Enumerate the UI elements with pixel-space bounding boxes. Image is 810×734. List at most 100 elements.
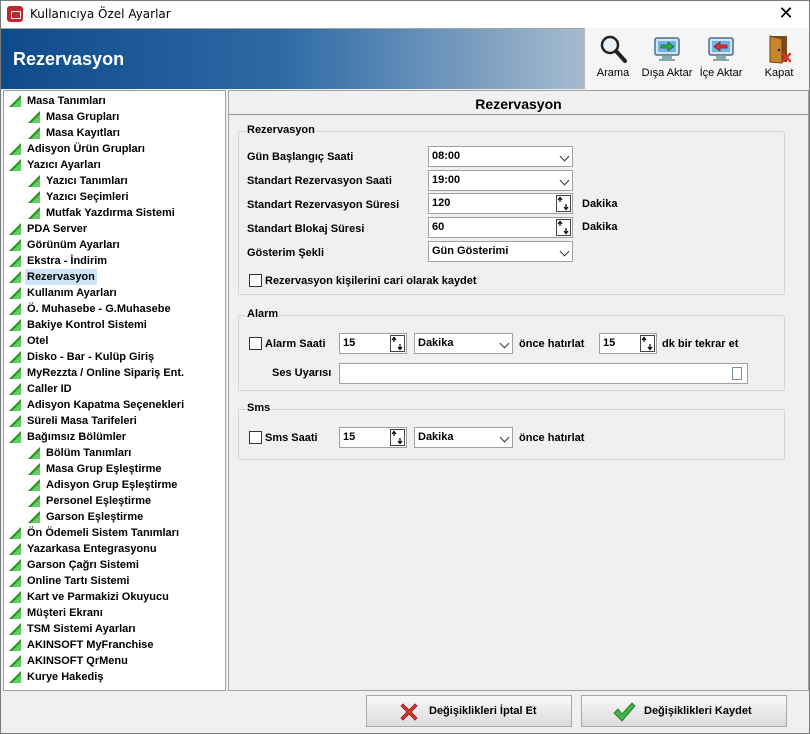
alarm-value: 15 [343,337,356,349]
settings-tree: Masa Tanımları Masa Grupları Masa Kayıtlar… [3,90,226,691]
tree-item-label: MyRezzta / Online Sipariş Ent. [27,367,185,379]
green-check-icon [612,700,636,724]
magnifier-icon [598,34,628,64]
tree-node-icon [9,223,21,235]
export-button[interactable]: Dışa Aktar [641,32,693,86]
tree-item-label: PDA Server [27,223,88,235]
tree-node-icon [9,559,21,571]
banner-title: Rezervasyon [13,49,125,69]
chevron-down-icon [499,338,510,349]
tree-node-icon [9,367,21,379]
chevron-down-icon [499,432,510,443]
display-select[interactable]: Gün Gösterimi [428,241,573,262]
tree-item-label: Masa Tanımları [27,95,106,107]
tree-item-label: Masa Grupları [46,111,120,123]
alarm-unit-value: Dakika [418,337,454,349]
tree-node-icon [9,335,21,347]
spin-arrows-icon[interactable] [390,335,405,352]
tree-node-icon [28,511,40,523]
alarm-unit-select[interactable]: Dakika [414,333,513,354]
close-window-button[interactable]: ✕ [763,1,809,28]
tree-node-icon [9,575,21,587]
block-label: Standart Blokaj Süresi [247,223,365,235]
tree-node-icon [9,591,21,603]
import-button-label: İçe Aktar [699,67,743,79]
tree-node-icon [9,239,21,251]
tree-item-label: Bağımsız Bölümler [27,431,127,443]
rezervasyon-group-title: Rezervasyon [246,124,316,136]
save-changes-button[interactable]: Değişiklikleri Kaydet [581,695,787,727]
sms-checkbox[interactable] [249,431,262,444]
window-title: Kullanıcıya Özel Ayarlar [30,7,171,21]
export-button-label: Dışa Aktar [641,67,693,79]
tree-item-label: Görünüm Ayarları [27,239,120,251]
cancel-changes-button[interactable]: Değişiklikleri İptal Et [366,695,572,727]
import-icon [706,34,736,64]
sms-spinner[interactable]: 15 [339,427,407,448]
sms-before-text: önce hatırlat [519,432,585,444]
tree-item-label: Personel Eşleştirme [46,495,152,507]
spin-arrows-icon[interactable] [640,335,655,352]
file-browse-icon[interactable] [732,367,742,380]
spin-arrows-icon[interactable] [556,195,571,212]
close-button[interactable]: Kapat [753,32,805,86]
sms-unit-value: Dakika [418,431,454,443]
tree-item-label: Kart ve Parmakizi Okuyucu [27,591,169,603]
sms-unit-select[interactable]: Dakika [414,427,513,448]
sms-value: 15 [343,431,356,443]
duration-unit: Dakika [582,198,618,210]
tree-node-icon [9,319,21,331]
tree-node-icon [28,191,40,203]
tree-node-icon [28,479,40,491]
tree-node-icon [28,111,40,123]
save-as-current-checkbox[interactable] [249,274,262,287]
tree-node-icon [9,287,21,299]
tree-item-label: Ön Ödemeli Sistem Tanımları [27,527,180,539]
tree-node-icon [28,463,40,475]
tree-item-label: Süreli Masa Tarifeleri [27,415,137,427]
import-button[interactable]: İçe Aktar [695,32,747,86]
close-button-label: Kapat [764,67,794,79]
tree-node-icon [9,431,21,443]
spin-arrows-icon[interactable] [390,429,405,446]
chevron-down-icon [559,175,570,186]
tree-node-icon [9,95,21,107]
start-time-value: 08:00 [432,150,461,162]
tree-node-icon [9,527,21,539]
panel-title: Rezervasyon [229,91,808,115]
tree-node-icon [9,303,21,315]
alarm-spinner[interactable]: 15 [339,333,407,354]
tree-item-label: Garson Eşleştirme [46,511,144,523]
red-x-icon [397,700,421,724]
tree-node-icon [9,383,21,395]
settings-panel: Rezervasyon Rezervasyon Gün Başlangıç Sa… [228,90,809,691]
tree-item-label: TSM Sistemi Ayarları [27,623,136,635]
save-changes-label: Değişiklikleri Kaydet [644,705,752,717]
sound-file-input[interactable] [339,363,748,384]
repeat-spinner[interactable]: 15 [599,333,657,354]
std-time-select[interactable]: 19:00 [428,170,573,191]
tree-item-label: Kullanım Ayarları [27,287,117,299]
spin-arrows-icon[interactable] [556,219,571,236]
alarm-group-title: Alarm [246,308,280,320]
tree-node-icon [28,175,40,187]
chevron-down-icon [559,151,570,162]
start-time-select[interactable]: 08:00 [428,146,573,167]
duration-label: Standart Rezervasyon Süresi [247,199,400,211]
tree-item-label: Yazıcı Ayarları [27,159,101,171]
app-window: Kullanıcıya Özel Ayarlar ✕ Rezervasyon A… [0,0,810,734]
tree-item-label: Yazıcı Tanımları [46,175,128,187]
tree-item-label: Disko - Bar - Kulüp Giriş [27,351,155,363]
alarm-label: Alarm Saati [265,338,326,350]
tree-item-label: Adisyon Ürün Grupları [27,143,145,155]
tree-item-label: Masa Grup Eşleştirme [46,463,162,475]
tree-node-icon [9,351,21,363]
block-spinner[interactable]: 60 [428,217,573,238]
tree-node-icon [9,159,21,171]
duration-spinner[interactable]: 120 [428,193,573,214]
search-button[interactable]: Arama [587,32,639,86]
tree-item-label: Online Tartı Sistemi [27,575,130,587]
tree-item-label: Masa Kayıtları [46,127,120,139]
search-button-label: Arama [596,67,630,79]
alarm-checkbox[interactable] [249,337,262,350]
